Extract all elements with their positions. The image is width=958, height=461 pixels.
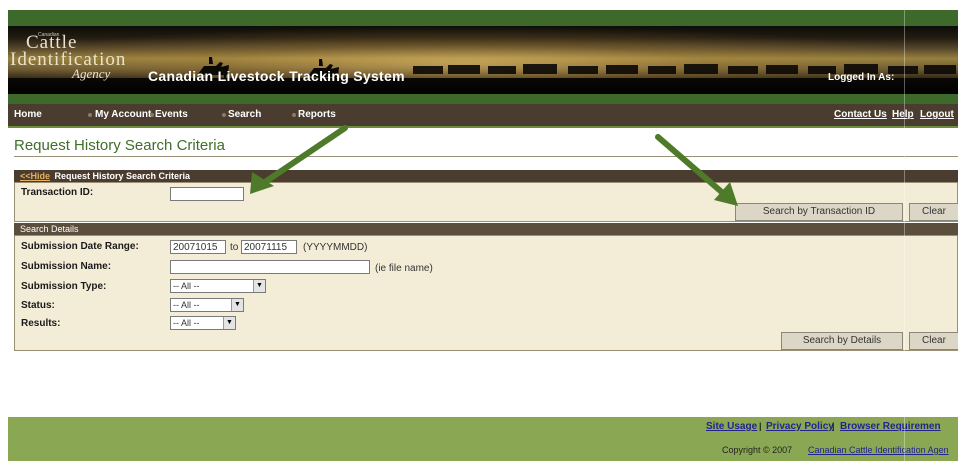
- date-to-input[interactable]: [241, 240, 297, 254]
- search-by-transaction-button[interactable]: Search by Transaction ID: [735, 203, 903, 221]
- chevron-down-icon: ▼: [231, 299, 243, 311]
- transaction-id-input[interactable]: [170, 187, 244, 201]
- status-label: Status:: [21, 300, 55, 311]
- search-details-heading: Search Details: [20, 224, 79, 234]
- nav-contact-us[interactable]: Contact Us: [834, 109, 887, 120]
- nav-my-account[interactable]: My Account: [95, 109, 151, 120]
- nav-search[interactable]: Search: [228, 109, 261, 120]
- section-header-request-history: <<Hide Request History Search Criteria: [14, 170, 958, 182]
- nav-bullet: [88, 113, 92, 117]
- submission-type-value: -- All --: [173, 281, 200, 291]
- section-heading-label: Request History Search Criteria: [52, 171, 191, 181]
- footer-copyright: Copyright © 2007: [722, 445, 795, 455]
- status-select[interactable]: -- All -- ▼: [170, 298, 244, 312]
- search-by-details-button[interactable]: Search by Details: [781, 332, 903, 350]
- nav-home[interactable]: Home: [14, 109, 42, 120]
- main-nav: Home My Account Events Search Reports Co…: [8, 104, 958, 128]
- footer: Site Usage | Privacy Policy | Browser Re…: [8, 417, 958, 461]
- nav-bullet: [292, 113, 296, 117]
- window-edge-line: [904, 10, 905, 461]
- date-range-label: Submission Date Range:: [21, 241, 139, 252]
- results-select[interactable]: -- All -- ▼: [170, 316, 236, 330]
- results-label: Results:: [21, 318, 61, 329]
- nav-logout[interactable]: Logout: [920, 109, 954, 120]
- logo-agency-text: Agency: [72, 66, 111, 81]
- nav-help[interactable]: Help: [892, 109, 914, 120]
- clear-details-button[interactable]: Clear: [909, 332, 958, 350]
- footer-browser-requirements[interactable]: Browser Requiremen: [840, 421, 941, 432]
- header-banner: Canadian Cattle Identification Agency Ca…: [8, 26, 958, 94]
- section-header-search-details: Search Details: [14, 223, 958, 235]
- top-band: [8, 10, 958, 26]
- nav-events[interactable]: Events: [155, 109, 188, 120]
- submission-type-select[interactable]: -- All -- ▼: [170, 279, 266, 293]
- logged-in-label: Logged In As:: [828, 72, 895, 83]
- nav-band: [8, 94, 958, 104]
- submission-name-input[interactable]: [170, 260, 370, 274]
- title-divider: [14, 156, 958, 157]
- footer-cca-link[interactable]: Canadian Cattle Identification Agen: [808, 445, 949, 455]
- system-title: Canadian Livestock Tracking System: [148, 68, 405, 84]
- nav-reports[interactable]: Reports: [298, 109, 336, 120]
- date-to-text: to: [230, 242, 239, 253]
- clear-transaction-button[interactable]: Clear: [909, 203, 958, 221]
- results-value: -- All --: [173, 318, 200, 328]
- transaction-panel: Transaction ID: Search by Transaction ID…: [14, 182, 958, 222]
- footer-separator: |: [832, 421, 835, 431]
- footer-site-usage[interactable]: Site Usage: [706, 421, 757, 432]
- submission-type-label: Submission Type:: [21, 281, 107, 292]
- search-details-panel: Submission Date Range: to (YYYYMMDD) Sub…: [14, 235, 958, 351]
- hide-toggle-link[interactable]: <<Hide: [20, 171, 50, 181]
- nav-bullet: [222, 113, 226, 117]
- page-title: Request History Search Criteria: [14, 137, 225, 154]
- chevron-down-icon: ▼: [253, 280, 265, 292]
- footer-separator: |: [759, 421, 762, 431]
- footer-privacy-policy[interactable]: Privacy Policy: [766, 421, 834, 432]
- chevron-down-icon: ▼: [223, 317, 235, 329]
- date-from-input[interactable]: [170, 240, 226, 254]
- status-value: -- All --: [173, 300, 200, 310]
- date-format-hint: (YYYYMMDD): [303, 242, 368, 253]
- submission-name-label: Submission Name:: [21, 261, 112, 272]
- nav-bullet: [150, 113, 154, 117]
- transaction-id-label: Transaction ID:: [21, 187, 94, 198]
- submission-name-hint: (ie file name): [375, 263, 433, 274]
